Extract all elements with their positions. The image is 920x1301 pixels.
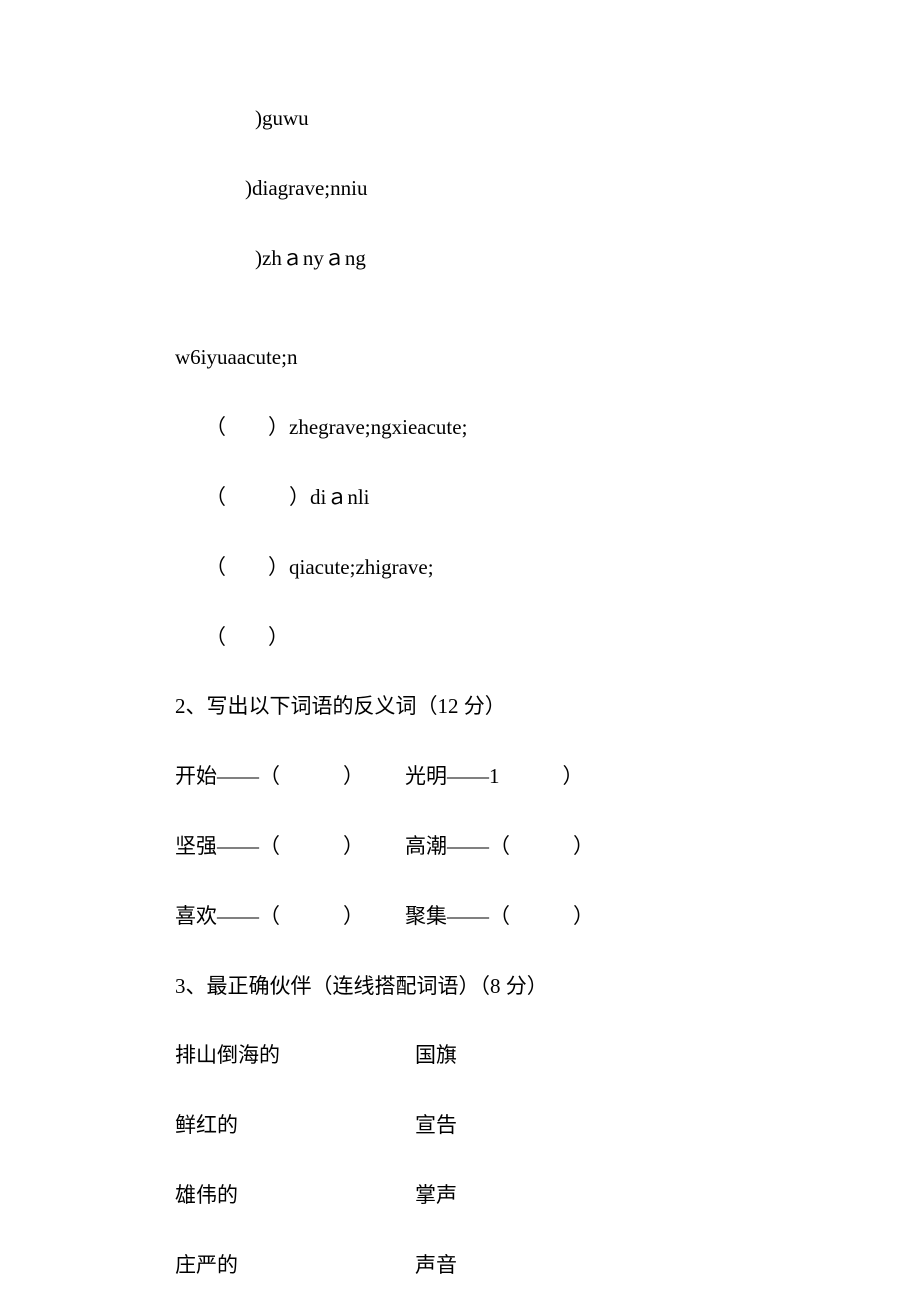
- antonym-right: 光明——1 ）: [405, 758, 745, 796]
- pinyin-text: diａnli: [310, 485, 370, 509]
- blank-paren: （ ）: [205, 555, 289, 579]
- antonym-pair-row: 喜欢——（ ） 聚集——（ ）: [175, 898, 745, 936]
- match-row: 雄伟的 掌声: [175, 1177, 745, 1215]
- question-2-title: 2、写出以下词语的反义词（12 分）: [175, 688, 745, 726]
- match-left: 鲜红的: [175, 1107, 415, 1145]
- blank-paren: （ ）: [205, 485, 310, 509]
- pinyin-line-3: )zhａnyａng: [175, 240, 745, 278]
- match-row: 鲜红的 宣告: [175, 1107, 745, 1145]
- match-row: 排山倒海的 国旗: [175, 1037, 745, 1075]
- match-right: 掌声: [415, 1177, 745, 1215]
- match-right: 国旗: [415, 1037, 745, 1075]
- blank-paren: （ ）: [205, 415, 289, 439]
- pinyin-paren-line-3: （ ）qiacute;zhigrave;: [175, 549, 745, 587]
- antonym-left: 坚强——（ ）: [175, 828, 405, 866]
- match-left: 庄严的: [175, 1247, 415, 1285]
- match-left: 排山倒海的: [175, 1037, 415, 1075]
- antonym-pair-row: 开始——（ ） 光明——1 ）: [175, 758, 745, 796]
- question-3-title: 3、最正确伙伴（连线搭配词语）（8 分）: [175, 968, 745, 1006]
- pinyin-text: qiacute;zhigrave;: [289, 555, 434, 579]
- match-row: 庄严的 声音: [175, 1247, 745, 1285]
- pinyin-line-1: )guwu: [175, 100, 745, 138]
- antonym-pair-row: 坚强——（ ） 高潮——（ ）: [175, 828, 745, 866]
- match-left: 雄伟的: [175, 1177, 415, 1215]
- match-right: 声音: [415, 1247, 745, 1285]
- antonym-left: 喜欢——（ ）: [175, 898, 405, 936]
- antonym-right: 聚集——（ ）: [405, 898, 745, 936]
- blank-paren: （ ）: [205, 625, 289, 649]
- pinyin-paren-line-2: （ ）diａnli: [175, 479, 745, 517]
- pinyin-line-4: w6iyuaacute;n: [175, 339, 745, 377]
- pinyin-line-2: )diagrave;nniu: [175, 170, 745, 208]
- pinyin-text: zhegrave;ngxieacute;: [289, 415, 467, 439]
- antonym-left: 开始——（ ）: [175, 758, 405, 796]
- pinyin-paren-line-4: （ ）: [175, 619, 745, 657]
- pinyin-paren-line-1: （ ）zhegrave;ngxieacute;: [175, 409, 745, 447]
- match-right: 宣告: [415, 1107, 745, 1145]
- antonym-right: 高潮——（ ）: [405, 828, 745, 866]
